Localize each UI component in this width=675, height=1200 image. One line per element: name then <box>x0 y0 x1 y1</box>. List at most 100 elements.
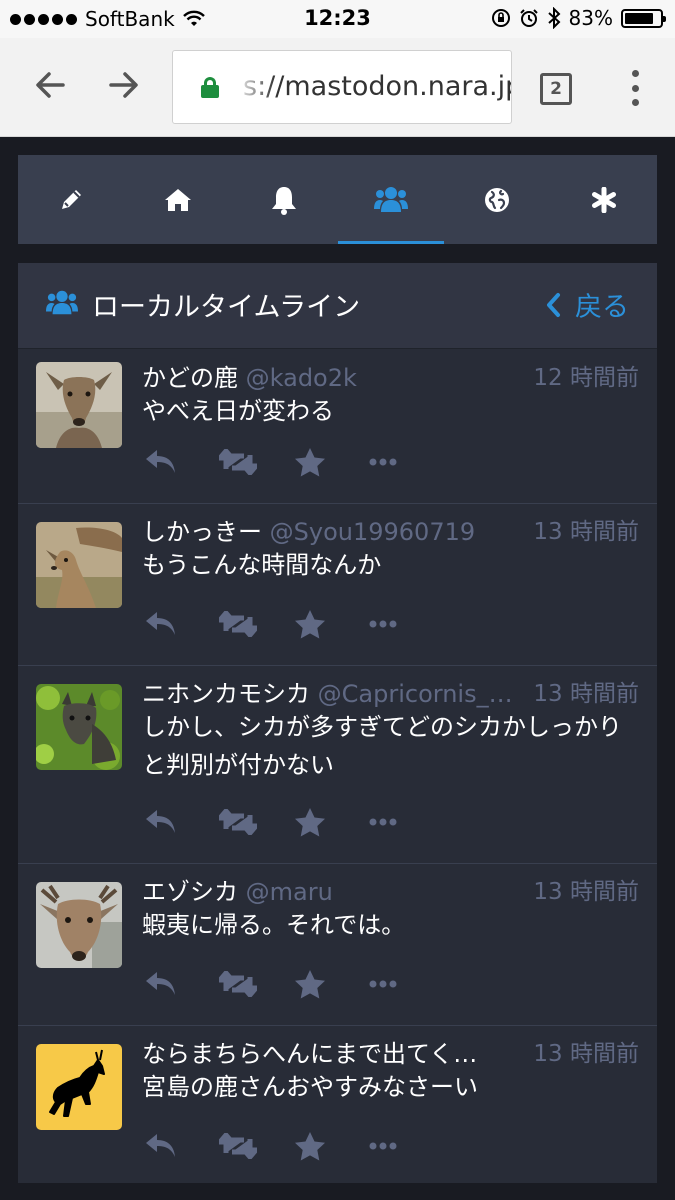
boost-button[interactable] <box>219 608 294 640</box>
retweet-icon <box>219 971 257 997</box>
more-button[interactable] <box>369 968 444 1000</box>
home-icon <box>164 188 191 211</box>
status-content: しかし、シカが多すぎてどのシカかしっかりと判別が付かない <box>142 713 622 779</box>
asterisk-icon <box>591 186 616 213</box>
tab-notifications[interactable] <box>231 155 338 244</box>
status-actions <box>144 446 444 478</box>
status-item[interactable]: ならまちらへんにまで出てく… 13 時間前 宮島の鹿さんおやすみなさーい <box>18 1026 657 1183</box>
more-button[interactable] <box>369 608 444 640</box>
star-icon <box>295 1132 325 1161</box>
more-button[interactable] <box>369 446 444 478</box>
display-name[interactable]: ならまちらへんにまで出てく… <box>142 1034 517 1069</box>
star-icon <box>295 448 325 477</box>
ellipsis-icon <box>369 980 397 988</box>
reply-icon <box>146 450 175 473</box>
battery-percent: 83% <box>568 6 613 30</box>
reply-button[interactable] <box>144 446 219 478</box>
avatar[interactable] <box>36 684 122 770</box>
system-indicators: 83% <box>491 6 666 30</box>
reply-button[interactable] <box>144 1130 219 1162</box>
account-handle: @Syou19960719 <box>269 518 476 546</box>
ellipsis-icon <box>369 1142 397 1150</box>
back-arrow-icon[interactable] <box>30 68 70 108</box>
boost-button[interactable] <box>219 806 294 838</box>
boost-button[interactable] <box>219 1130 294 1162</box>
star-icon <box>295 970 325 999</box>
favourite-button[interactable] <box>294 1130 369 1162</box>
avatar[interactable] <box>36 882 122 968</box>
favourite-button[interactable] <box>294 968 369 1000</box>
tab-compose[interactable] <box>18 155 125 244</box>
back-button[interactable]: 戻る <box>545 285 629 324</box>
status-item[interactable]: しかっきー @Syou19960719 13 時間前 もうこんな時間なんか <box>18 504 657 666</box>
chevron-left-icon <box>547 292 560 317</box>
status-item[interactable]: ニホンカモシカ @Capricornis_… 13 時間前 しかし、シカが多すぎ… <box>18 666 657 864</box>
display-name[interactable]: かどの鹿 @kado2k <box>142 358 517 393</box>
status-item[interactable]: エゾシカ @maru 13 時間前 蝦夷に帰る。それでは。 <box>18 864 657 1026</box>
reply-icon <box>146 810 175 833</box>
status-time[interactable]: 13 時間前 <box>533 1034 639 1068</box>
avatar[interactable] <box>36 1044 122 1130</box>
avatar[interactable] <box>36 522 122 608</box>
status-time[interactable]: 12 時間前 <box>533 358 639 392</box>
avatar[interactable] <box>36 362 122 448</box>
tab-federated-timeline[interactable] <box>444 155 551 244</box>
bluetooth-icon <box>547 7 560 29</box>
favourite-button[interactable] <box>294 806 369 838</box>
forward-arrow-icon[interactable] <box>104 68 144 108</box>
reply-button[interactable] <box>144 806 219 838</box>
display-name[interactable]: エゾシカ @maru <box>142 872 517 907</box>
status-content: やべえ日が変わる <box>142 397 334 425</box>
tab-home[interactable] <box>125 155 232 244</box>
status-time[interactable]: 13 時間前 <box>533 512 639 546</box>
retweet-icon <box>219 449 257 475</box>
status-actions <box>144 968 444 1000</box>
tab-getting-started[interactable] <box>551 155 658 244</box>
status-actions <box>144 608 444 640</box>
battery-icon <box>621 8 666 28</box>
favourite-button[interactable] <box>294 608 369 640</box>
tab-switcher-button[interactable]: 2 <box>540 73 572 105</box>
boost-button[interactable] <box>219 968 294 1000</box>
status-content: 宮島の鹿さんおやすみなさーい <box>142 1073 478 1101</box>
display-name[interactable]: しかっきー @Syou19960719 <box>142 512 517 547</box>
status-time[interactable]: 13 時間前 <box>533 674 639 708</box>
retweet-icon <box>219 611 257 637</box>
users-icon <box>373 186 408 212</box>
reply-button[interactable] <box>144 968 219 1000</box>
tab-local-timeline[interactable] <box>337 155 445 244</box>
local-timeline-column: ローカルタイムライン 戻る かどの鹿 @kado2k 12 時間前 やべえ日が変… <box>18 263 657 1183</box>
status-bar: SoftBank 12:23 83% <box>0 0 675 38</box>
back-label: 戻る <box>575 292 629 323</box>
bell-icon <box>272 186 297 215</box>
more-button[interactable] <box>369 1130 444 1162</box>
users-icon <box>46 290 78 315</box>
star-icon <box>295 610 325 639</box>
account-handle: @Capricornis_… <box>317 680 513 708</box>
status-content: もうこんな時間なんか <box>142 551 382 579</box>
status-actions <box>144 1130 444 1162</box>
retweet-icon <box>219 809 257 835</box>
column-header: ローカルタイムライン 戻る <box>18 263 657 349</box>
ellipsis-icon <box>369 818 397 826</box>
address-bar[interactable]: s://mastodon.nara.jp <box>172 50 512 124</box>
reply-icon <box>146 1134 175 1157</box>
display-name[interactable]: ニホンカモシカ @Capricornis_… <box>142 674 517 709</box>
mastodon-nav <box>18 155 657 244</box>
favourite-button[interactable] <box>294 446 369 478</box>
more-button[interactable] <box>369 806 444 838</box>
reply-icon <box>146 972 175 995</box>
more-menu-icon[interactable] <box>628 68 642 108</box>
rotation-lock-icon <box>491 9 510 27</box>
status-time[interactable]: 13 時間前 <box>533 872 639 906</box>
globe-icon <box>485 187 510 212</box>
url-text: s://mastodon.nara.jp <box>243 71 512 102</box>
status-item[interactable]: かどの鹿 @kado2k 12 時間前 やべえ日が変わる <box>18 350 657 504</box>
reply-button[interactable] <box>144 608 219 640</box>
status-content: 蝦夷に帰る。それでは。 <box>142 911 406 939</box>
lock-icon <box>201 77 219 98</box>
boost-button[interactable] <box>219 446 294 478</box>
ellipsis-icon <box>369 458 397 466</box>
account-handle: @maru <box>245 878 333 906</box>
retweet-icon <box>219 1133 257 1159</box>
